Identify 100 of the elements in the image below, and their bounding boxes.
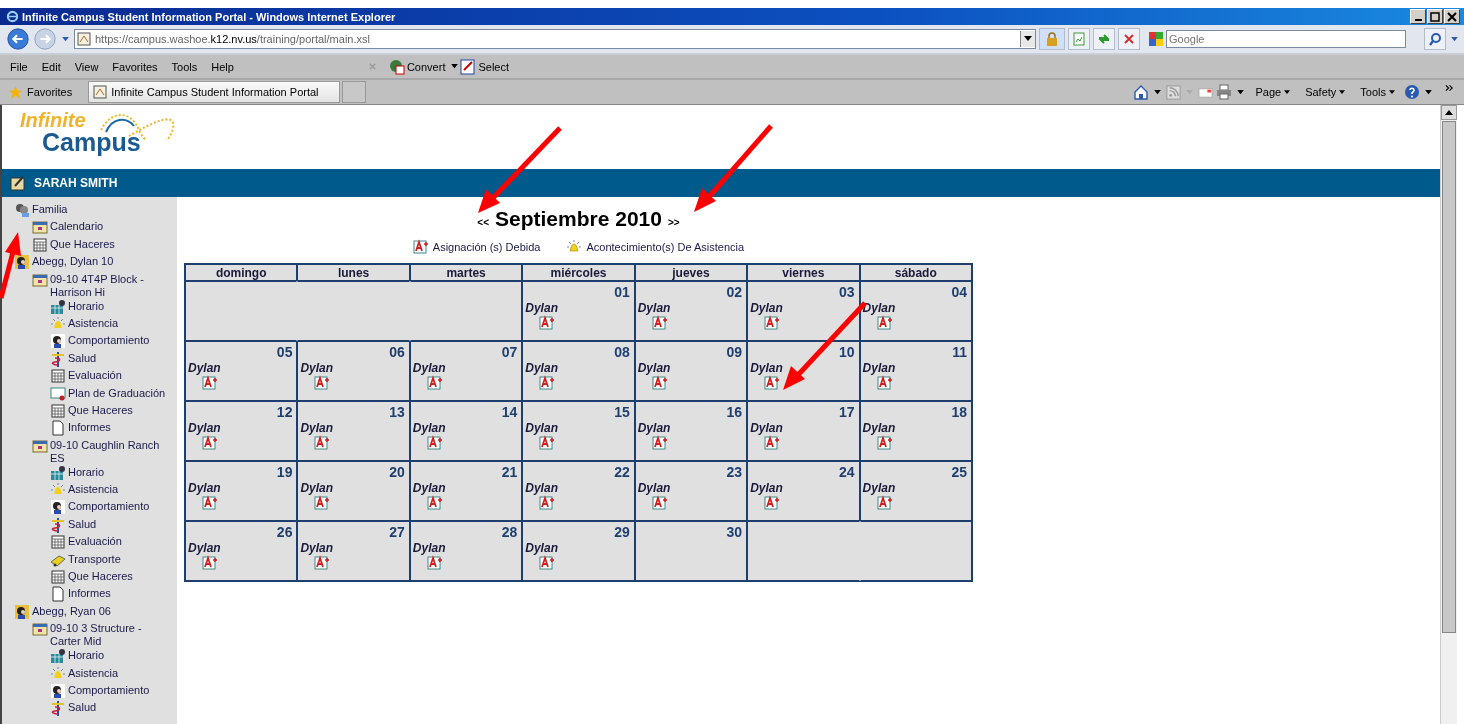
caret-icon[interactable] xyxy=(1154,89,1162,95)
assignment-icon[interactable] xyxy=(314,555,331,571)
day-number[interactable]: 28 xyxy=(501,524,522,541)
assignment-icon[interactable] xyxy=(876,375,893,391)
scrollbar[interactable] xyxy=(1440,105,1457,724)
caret-icon[interactable] xyxy=(451,64,459,69)
favorites-button[interactable]: Favorites xyxy=(8,84,73,100)
day-number[interactable]: 05 xyxy=(276,344,297,361)
tree-item[interactable]: Que Haceres xyxy=(68,569,133,584)
day-number[interactable]: 02 xyxy=(726,284,747,301)
assignment-icon[interactable] xyxy=(426,555,443,571)
caret-icon[interactable] xyxy=(1451,36,1458,42)
assignment-icon[interactable] xyxy=(764,435,781,451)
day-number[interactable]: 30 xyxy=(726,524,747,541)
tree-item[interactable]: Horario xyxy=(68,464,105,479)
assignment-icon[interactable] xyxy=(314,375,331,391)
day-number[interactable]: 06 xyxy=(389,344,409,361)
stop-button[interactable] xyxy=(1118,28,1140,50)
tree-item[interactable]: Asistencia xyxy=(68,482,119,497)
day-number[interactable]: 03 xyxy=(839,284,859,301)
tree-item[interactable]: 09-10 Caughlin Ranch ES xyxy=(50,437,175,465)
search-provider-icon[interactable] xyxy=(1149,32,1163,46)
tree-item[interactable]: Informes xyxy=(68,586,111,601)
home-button[interactable] xyxy=(1133,84,1150,100)
tree-item[interactable]: Comportamiento xyxy=(68,499,150,514)
help-button[interactable] xyxy=(1404,84,1420,100)
day-number[interactable]: 23 xyxy=(726,464,747,481)
day-number[interactable]: 19 xyxy=(276,464,297,481)
menu-item[interactable]: Edit xyxy=(41,60,61,73)
assignment-icon[interactable] xyxy=(539,555,556,571)
day-number[interactable]: 26 xyxy=(276,524,297,541)
caret-icon[interactable] xyxy=(62,36,69,42)
tree-item[interactable]: Asistencia xyxy=(68,665,119,680)
scroll-thumb[interactable] xyxy=(1442,121,1456,633)
assignment-icon[interactable] xyxy=(202,375,218,391)
day-number[interactable]: 10 xyxy=(839,344,859,361)
caret-icon[interactable] xyxy=(1237,89,1245,95)
tree-item[interactable]: 09-10 4T4P Block - Harrison Hi xyxy=(50,271,175,299)
day-number[interactable]: 21 xyxy=(501,464,522,481)
assignment-icon[interactable] xyxy=(314,435,331,451)
assignment-icon[interactable] xyxy=(651,435,668,451)
tree-item[interactable]: Plan de Graduación xyxy=(68,385,166,400)
assignment-icon[interactable] xyxy=(314,495,331,511)
assignment-icon[interactable] xyxy=(764,315,781,331)
day-number[interactable]: 24 xyxy=(839,464,859,481)
day-number[interactable]: 12 xyxy=(276,404,297,421)
day-number[interactable]: 18 xyxy=(951,404,971,421)
assignment-icon[interactable] xyxy=(764,375,781,391)
command-menu[interactable]: Tools xyxy=(1360,86,1395,98)
convert-button[interactable]: Convert xyxy=(388,58,446,75)
assignment-icon[interactable] xyxy=(764,495,781,511)
day-number[interactable]: 17 xyxy=(839,404,859,421)
print-button[interactable] xyxy=(1216,84,1233,100)
assignment-icon[interactable] xyxy=(876,435,893,451)
menu-item[interactable]: File xyxy=(10,60,28,73)
assignment-icon[interactable] xyxy=(539,435,556,451)
previous-month-link[interactable]: << xyxy=(477,217,490,228)
assignment-icon[interactable] xyxy=(426,375,443,391)
day-number[interactable]: 27 xyxy=(389,524,409,541)
day-number[interactable]: 13 xyxy=(389,404,409,421)
assignment-icon[interactable] xyxy=(539,315,556,331)
day-number[interactable]: 04 xyxy=(951,284,971,301)
day-number[interactable]: 11 xyxy=(952,344,971,361)
search-button[interactable] xyxy=(1424,28,1446,50)
search-field[interactable]: Google xyxy=(1166,30,1406,48)
day-number[interactable]: 08 xyxy=(614,344,634,361)
refresh-button[interactable] xyxy=(1093,28,1115,50)
day-number[interactable]: 15 xyxy=(614,404,634,421)
assignment-icon[interactable] xyxy=(876,315,893,331)
assignment-icon[interactable] xyxy=(876,495,893,511)
minimize-button[interactable] xyxy=(1410,9,1426,24)
assignment-icon[interactable] xyxy=(202,495,218,511)
assignment-icon[interactable] xyxy=(202,555,218,571)
day-number[interactable]: 25 xyxy=(951,464,971,481)
assignment-icon[interactable] xyxy=(651,375,668,391)
tree-item[interactable]: Calendario xyxy=(50,219,104,234)
tree-item[interactable]: Comportamiento xyxy=(68,683,150,697)
command-menu[interactable]: Page xyxy=(1255,86,1291,98)
dropdown-button[interactable] xyxy=(1020,31,1035,47)
tree-item[interactable]: Comportamiento xyxy=(68,333,150,348)
next-month-link[interactable]: >> xyxy=(667,217,680,228)
tree-item[interactable]: Evaluación xyxy=(68,368,122,383)
day-number[interactable]: 07 xyxy=(501,344,522,361)
day-number[interactable]: 14 xyxy=(501,404,522,421)
assignment-icon[interactable] xyxy=(426,435,443,451)
menu-item[interactable]: Help xyxy=(211,60,234,73)
tree-item[interactable]: Abegg, Ryan 06 xyxy=(32,603,111,618)
back-button[interactable] xyxy=(6,27,30,51)
assignment-icon[interactable] xyxy=(539,375,556,391)
assignment-icon[interactable] xyxy=(651,495,668,511)
assignment-icon[interactable] xyxy=(539,495,556,511)
tree-item[interactable]: Abegg, Dylan 10 xyxy=(32,254,114,269)
tree-item[interactable]: Salud xyxy=(68,516,97,531)
assignment-icon[interactable] xyxy=(202,435,218,451)
tree-item[interactable]: Salud xyxy=(68,350,97,365)
menu-item[interactable]: View xyxy=(74,60,99,73)
tree-item[interactable]: Horario xyxy=(68,298,105,313)
assignment-icon[interactable] xyxy=(651,315,668,331)
browser-tab[interactable]: Infinite Campus Student Information Portal xyxy=(88,81,341,103)
day-number[interactable]: 01 xyxy=(614,284,634,301)
